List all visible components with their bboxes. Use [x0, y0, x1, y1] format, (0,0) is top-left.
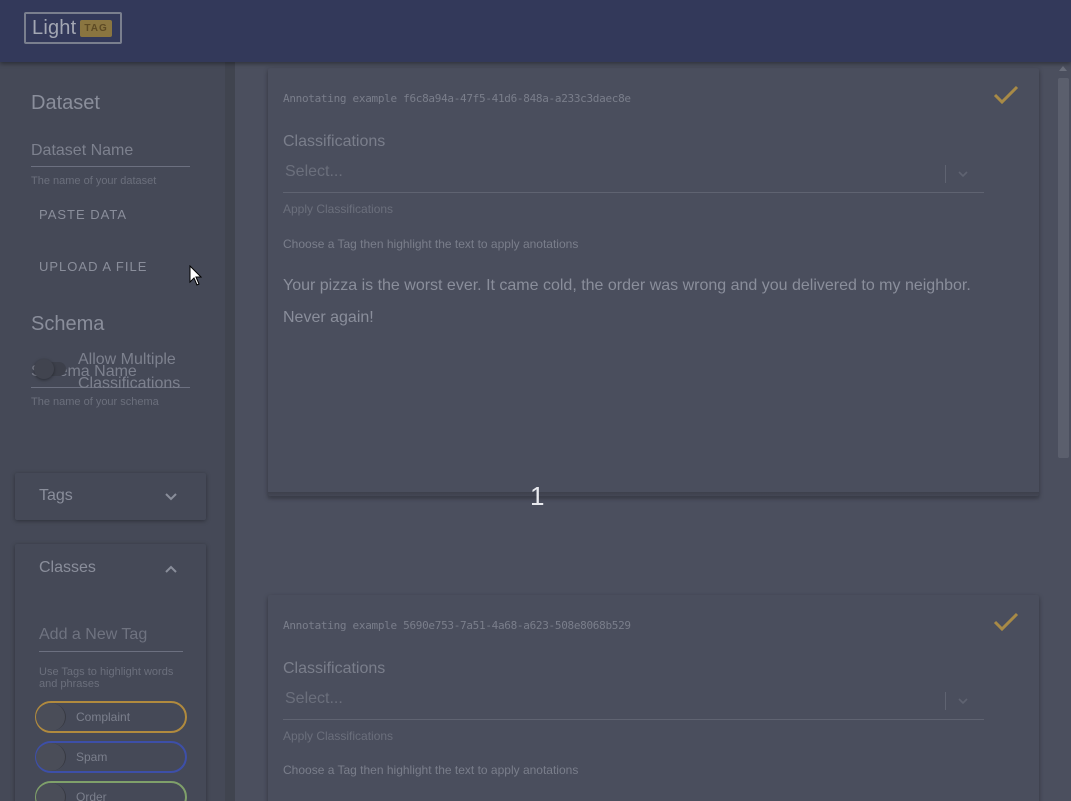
examples-list: Annotating example f6c8a94a-47f5-41d6-84… — [235, 62, 1056, 801]
schema-section-title: Schema — [31, 313, 105, 335]
allow-multiple-toggle[interactable] — [34, 359, 54, 379]
allow-multiple-label: Allow Multiple Classifications — [78, 351, 181, 392]
scrollbar-thumb[interactable] — [1058, 78, 1069, 458]
example-card: Annotating example f6c8a94a-47f5-41d6-84… — [268, 68, 1039, 496]
apply-classifications-help: Apply Classifications — [283, 729, 394, 743]
upload-file-button[interactable]: UPLOAD A FILE — [39, 259, 147, 274]
app-logo[interactable]: Light TAG — [24, 12, 122, 44]
card-divider — [268, 492, 1039, 500]
example-card: Annotating example 5690e753-7a51-4a68-a6… — [268, 595, 1039, 801]
tags-panel[interactable]: Tags — [15, 473, 206, 520]
example-id: Annotating example f6c8a94a-47f5-41d6-84… — [283, 92, 631, 105]
example-text[interactable]: Your pizza is the worst ever. It came co… — [283, 270, 1003, 334]
paste-data-button[interactable]: PASTE DATA — [39, 207, 127, 222]
chip-label: Order — [76, 790, 107, 801]
chevron-down-icon[interactable] — [956, 694, 970, 708]
scroll-up-arrow[interactable] — [1059, 66, 1067, 71]
select-placeholder: Select... — [285, 690, 343, 707]
sidebar-gutter — [225, 62, 235, 801]
tags-panel-title: Tags — [39, 487, 73, 504]
sidebar: Dataset Dataset Name The name of your da… — [0, 62, 225, 801]
select-placeholder: Select... — [285, 163, 343, 180]
annotation-instructions: Choose a Tag then highlight the text to … — [283, 763, 579, 777]
logo-badge: TAG — [80, 19, 112, 37]
classes-panel: Classes Add a New Tag Use Tags to highli… — [15, 544, 206, 801]
tag-chip-spam[interactable]: Spam — [35, 741, 187, 773]
chip-color-dot — [36, 743, 66, 771]
chip-label: Spam — [76, 750, 108, 764]
classifications-label: Classifications — [283, 133, 386, 150]
new-tag-help: Use Tags to highlight words and phrases — [39, 666, 174, 690]
tag-chip-complaint[interactable]: Complaint — [35, 701, 187, 733]
select-separator — [945, 692, 946, 710]
chip-color-dot — [36, 783, 66, 801]
page-number: 1 — [530, 481, 545, 511]
annotation-instructions: Choose a Tag then highlight the text to … — [283, 237, 579, 251]
checkmark-icon[interactable] — [993, 611, 1019, 633]
checkmark-icon[interactable] — [993, 84, 1019, 106]
dataset-name-help: The name of your dataset — [31, 175, 157, 187]
apply-classifications-help: Apply Classifications — [283, 202, 394, 216]
classifications-select[interactable]: Select... — [283, 157, 984, 193]
dataset-section-title: Dataset — [31, 92, 100, 114]
new-tag-input[interactable]: Add a New Tag — [39, 626, 183, 652]
logo-text: Light — [32, 16, 77, 39]
chevron-down-icon[interactable] — [163, 489, 179, 505]
app-header: Light TAG — [0, 0, 1071, 62]
chevron-up-icon[interactable] — [163, 561, 179, 577]
tag-chip-order[interactable]: Order — [35, 781, 187, 801]
dataset-name-field[interactable]: Dataset Name — [31, 142, 190, 167]
example-id: Annotating example 5690e753-7a51-4a68-a6… — [283, 619, 631, 632]
classifications-label: Classifications — [283, 660, 386, 677]
chip-label: Complaint — [76, 710, 131, 724]
mouse-cursor-icon — [189, 265, 203, 286]
select-separator — [945, 165, 946, 183]
schema-name-help: The name of your schema — [31, 396, 159, 408]
classifications-select[interactable]: Select... — [283, 684, 984, 720]
chevron-down-icon[interactable] — [956, 167, 970, 181]
chip-color-dot — [36, 703, 66, 731]
classes-panel-title: Classes — [39, 559, 96, 576]
